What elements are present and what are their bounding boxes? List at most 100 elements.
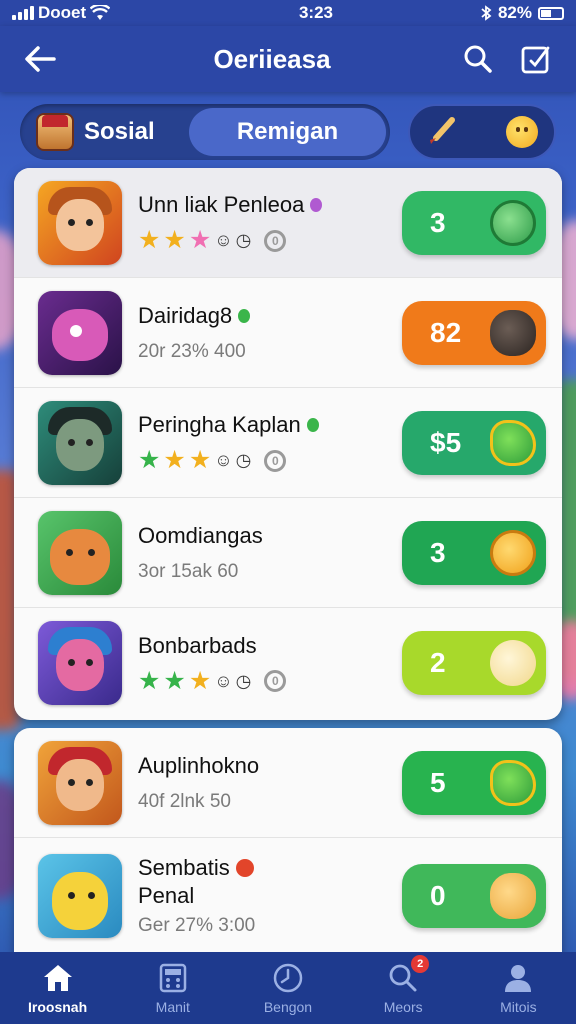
list-item[interactable]: Peringha Kaplan ★ ★ ★ ☺ ◷ 0 $5: [14, 388, 562, 498]
game-title: Peringha Kaplan: [138, 412, 301, 437]
nav-label: Bengon: [263, 999, 313, 1015]
nav-mitois[interactable]: Mitois: [468, 961, 568, 1015]
bluetooth-icon: [481, 5, 492, 21]
game-title-line2: Penal: [138, 883, 195, 908]
bottom-nav: Iroosnah Manit Bengon 2 Meors Mitois: [0, 952, 576, 1024]
game-subtitle: Ger 27% 3:00: [138, 915, 256, 936]
game-hamster-icon: [38, 510, 122, 595]
game-subtitle: 20r 23% 400: [138, 340, 246, 362]
red-face-badge-icon: [235, 859, 254, 877]
star-icon: ★: [163, 446, 186, 474]
price-value: 5: [430, 766, 446, 798]
price-value: 3: [430, 206, 446, 238]
game-creature-icon: [38, 290, 122, 375]
price-value: 3: [430, 536, 446, 568]
clock-small-icon: ◷: [235, 670, 252, 691]
tab-remigan[interactable]: Remigan: [189, 108, 386, 156]
emoji-badge-icon: ☺: [214, 450, 233, 470]
star-rating: ★ ★ ★ ☺ ◷ 0: [138, 666, 402, 695]
game-hero-icon: [38, 180, 122, 265]
price-value: 0: [430, 880, 446, 911]
notification-badge: 2: [411, 955, 430, 973]
nav-label: Manit: [155, 999, 190, 1015]
nav-label: Iroosnah: [28, 999, 88, 1015]
price-button[interactable]: 2: [402, 631, 546, 695]
emoji-badge-icon: ☺: [214, 230, 233, 250]
tab-social[interactable]: Sosial: [24, 108, 189, 156]
nav-meors[interactable]: 2 Meors: [353, 955, 453, 1015]
game-pet-icon: [38, 854, 122, 938]
game-title: Bonbarbads: [138, 632, 257, 658]
search-button[interactable]: [456, 37, 500, 81]
game-title: Auplinhokno: [138, 752, 260, 778]
search-icon: [464, 45, 492, 73]
rating-count: 0: [264, 229, 287, 252]
price-button[interactable]: 0: [402, 864, 546, 928]
segmented-control: Sosial Remigan: [20, 104, 390, 160]
list-item[interactable]: Oomdiangas 3or 15ak 60 3: [14, 498, 562, 608]
clock-coin-icon: [490, 529, 536, 576]
page-title: Oeriieasa: [213, 43, 331, 74]
list-item[interactable]: Auplinhokno 40f 2lnk 50 5: [14, 728, 562, 838]
emoji-badge-icon: ☺: [214, 670, 233, 691]
game-title: Oomdiangas: [138, 522, 263, 548]
nav-bengon[interactable]: Bengon: [238, 961, 338, 1015]
purple-badge-icon: [310, 198, 323, 212]
clock-small-icon: ◷: [235, 230, 252, 250]
smiley-icon: [506, 116, 538, 148]
price-button[interactable]: 5: [402, 750, 546, 815]
star-icon: ★: [138, 446, 161, 474]
price-value: $5: [430, 426, 462, 458]
game-warrior-icon: [38, 400, 122, 485]
green-shield-icon: [490, 759, 536, 806]
green-face-coin-icon: [490, 199, 536, 246]
tabs-row: Sosial Remigan: [20, 104, 556, 162]
profile-icon: [501, 961, 535, 995]
list-item[interactable]: Bonbarbads ★ ★ ★ ☺ ◷ 0 2: [14, 608, 562, 718]
star-icon: ★: [163, 226, 186, 254]
green-shield-icon: [490, 419, 536, 466]
nav-label: Mitois: [500, 999, 537, 1015]
clock-icon: [271, 961, 305, 995]
cartoon-face-icon: [490, 640, 536, 686]
game-firefighter-icon: [38, 740, 122, 825]
game-title: Unn liak Penleoa: [138, 192, 305, 217]
price-button[interactable]: $5: [402, 410, 546, 475]
cookie-face-icon: [490, 873, 536, 919]
list-item[interactable]: Unn liak Penleoa ★ ★ ★ ☺ ◷ 0 3: [14, 168, 562, 278]
app-bar: Oeriieasa: [0, 26, 576, 92]
price-button[interactable]: 3: [402, 190, 546, 255]
star-icon: ★: [138, 226, 161, 254]
back-button[interactable]: [18, 37, 62, 81]
edit-button[interactable]: [514, 37, 558, 81]
nav-manit[interactable]: Manit: [123, 961, 223, 1015]
price-value: 2: [430, 647, 446, 678]
price-button[interactable]: 3: [402, 520, 546, 585]
price-value: 82: [430, 316, 462, 348]
calculator-icon: [156, 961, 190, 995]
rating-count: 0: [264, 449, 287, 472]
star-icon: ★: [188, 226, 212, 254]
nav-home[interactable]: Iroosnah: [8, 961, 108, 1015]
star-icon: ★: [188, 666, 212, 695]
games-card-secondary: Auplinhokno 40f 2lnk 50 5 Sembatis Penal…: [14, 728, 562, 954]
list-item[interactable]: Sembatis Penal Ger 27% 3:00 0: [14, 838, 562, 954]
tab-social-label: Sosial: [84, 118, 155, 145]
list-item[interactable]: Dairidag8 20r 23% 400 82: [14, 278, 562, 388]
arrow-left-icon: [25, 46, 56, 72]
brush-icon: [430, 117, 455, 144]
wifi-icon: [90, 5, 111, 20]
carrier-label: Dooet: [38, 3, 87, 22]
black-blob-icon: [490, 309, 536, 356]
battery-percent: 82%: [497, 3, 532, 22]
green-badge-icon: [306, 418, 319, 432]
currency-pill[interactable]: [408, 104, 556, 160]
price-button[interactable]: 82: [402, 300, 546, 365]
rating-count: 0: [264, 670, 287, 692]
games-card: Unn liak Penleoa ★ ★ ★ ☺ ◷ 0 3 Dairidag8…: [14, 168, 562, 720]
green-badge-icon: [238, 308, 251, 323]
game-subtitle: 3or 15ak 60: [138, 560, 239, 582]
star-icon: ★: [188, 446, 212, 474]
star-icon: ★: [163, 666, 186, 695]
status-bar: Dooet 3:23 82%: [0, 0, 576, 26]
